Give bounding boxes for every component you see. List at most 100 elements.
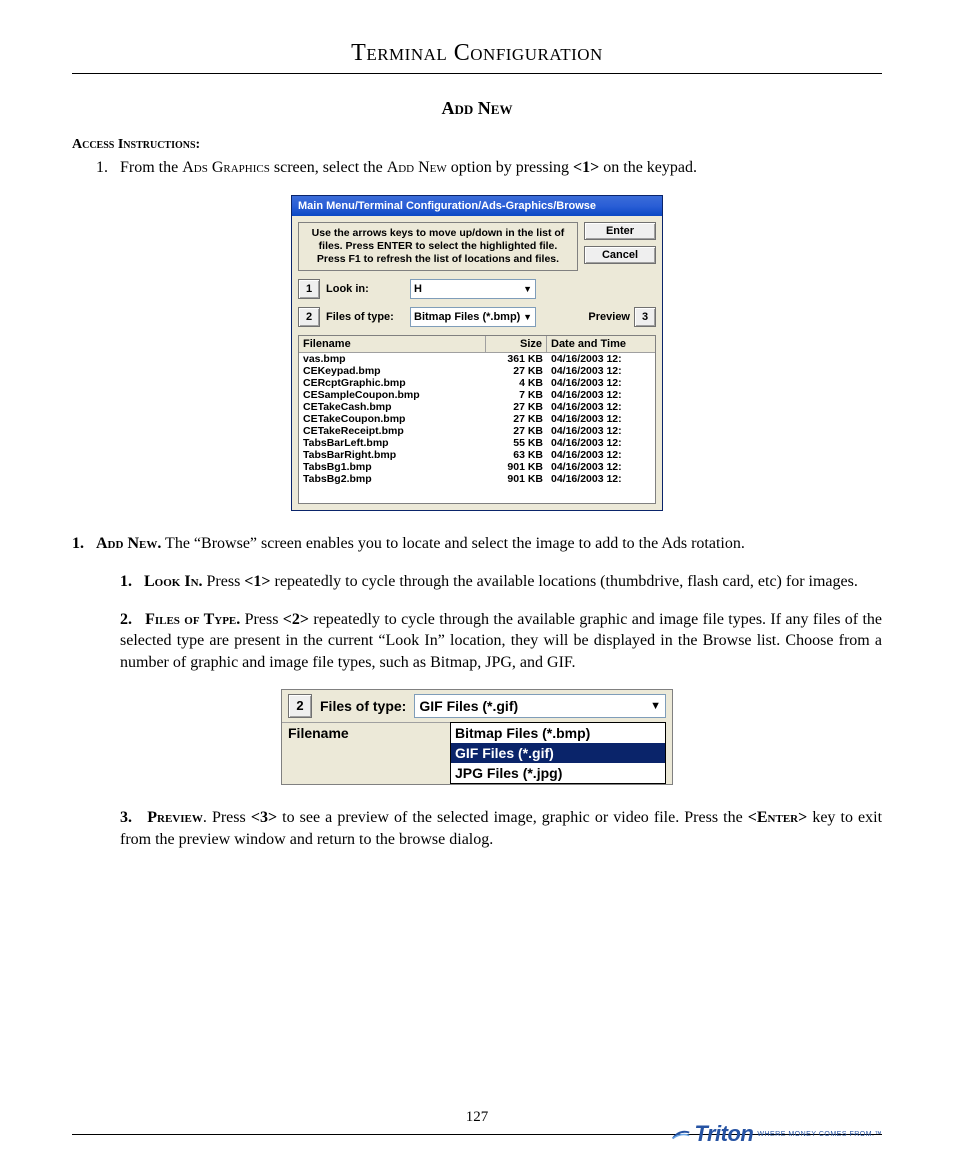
brand-name: Triton (694, 1121, 753, 1147)
dropdown-options: Bitmap Files (*.bmp) GIF Files (*.gif) J… (450, 722, 666, 784)
cell-date: 04/16/2003 12: (547, 353, 655, 365)
chevron-down-icon: ▼ (523, 308, 532, 326)
option-gif[interactable]: GIF Files (*.gif) (451, 743, 665, 763)
brand-tagline: WHERE MONEY COMES FROM.™ (757, 1131, 882, 1138)
cell-date: 04/16/2003 12: (547, 365, 655, 377)
dialog-help-text: Use the arrows keys to move up/down in t… (298, 222, 578, 271)
text: to see a preview of the selected image, … (277, 809, 748, 826)
text: From the (120, 159, 182, 176)
table-row[interactable]: vas.bmp361 KB04/16/2003 12: (299, 353, 655, 365)
key-3: <3> (251, 809, 277, 826)
table-row[interactable]: TabsBarLeft.bmp55 KB04/16/2003 12: (299, 437, 655, 449)
instruction-1: From the Ads Graphics screen, select the… (112, 159, 882, 177)
look-in-label: Look in: (326, 283, 404, 295)
option-bitmap[interactable]: Bitmap Files (*.bmp) (451, 723, 665, 743)
cell-date: 04/16/2003 12: (547, 461, 655, 473)
cell-size: 27 KB (487, 365, 547, 377)
enter-key: <Enter> (748, 809, 807, 826)
num: 1. (72, 535, 84, 552)
table-row[interactable]: CETakeCash.bmp27 KB04/16/2003 12: (299, 401, 655, 413)
button-2[interactable]: 2 (288, 694, 312, 718)
table-row[interactable]: CETakeCoupon.bmp27 KB04/16/2003 12: (299, 413, 655, 425)
cell-date: 04/16/2003 12: (547, 473, 655, 485)
cell-size: 27 KB (487, 401, 547, 413)
cell-size: 63 KB (487, 449, 547, 461)
num: 3. (120, 809, 132, 826)
look-in-head: Look In. (144, 573, 203, 590)
files-of-type-dropdown[interactable]: GIF Files (*.gif) ▼ (414, 694, 666, 718)
chevron-down-icon: ▼ (650, 695, 661, 717)
preview-label: Preview (588, 311, 630, 323)
key-1: <1> (244, 573, 270, 590)
cancel-button[interactable]: Cancel (584, 246, 656, 264)
browse-dialog-screenshot: Main Menu/Terminal Configuration/Ads-Gra… (291, 195, 663, 511)
cell-size: 55 KB (487, 437, 547, 449)
cell-size: 901 KB (487, 461, 547, 473)
text: option by pressing (447, 159, 573, 176)
dialog-titlebar: Main Menu/Terminal Configuration/Ads-Gra… (292, 196, 662, 216)
cell-filename: TabsBg1.bmp (299, 461, 487, 473)
text: screen, select the (270, 159, 387, 176)
cell-filename: CESampleCoupon.bmp (299, 389, 487, 401)
cell-date: 04/16/2003 12: (547, 413, 655, 425)
table-row[interactable]: TabsBg1.bmp901 KB04/16/2003 12: (299, 461, 655, 473)
cell-filename: CERcptGraphic.bmp (299, 377, 487, 389)
key-2: <2> (283, 611, 309, 628)
text: . Press (203, 809, 251, 826)
cell-date: 04/16/2003 12: (547, 377, 655, 389)
table-row[interactable]: TabsBarRight.bmp63 KB04/16/2003 12: (299, 449, 655, 461)
table-row[interactable]: TabsBg2.bmp901 KB04/16/2003 12: (299, 473, 655, 485)
para-files-of-type: 2. Files of Type. Press <2> repeatedly t… (120, 609, 882, 674)
table-row[interactable]: CEKeypad.bmp27 KB04/16/2003 12: (299, 365, 655, 377)
file-list: Filename Size Date and Time vas.bmp361 K… (298, 335, 656, 504)
table-row[interactable]: CERcptGraphic.bmp4 KB04/16/2003 12: (299, 377, 655, 389)
look-in-dropdown[interactable]: H ▼ (410, 279, 536, 299)
cell-date: 04/16/2003 12: (547, 389, 655, 401)
cell-filename: vas.bmp (299, 353, 487, 365)
text: Press (203, 573, 245, 590)
filename-header: Filename (282, 722, 450, 784)
cell-size: 27 KB (487, 425, 547, 437)
access-instructions-label: Access Instructions: (72, 137, 882, 153)
cell-date: 04/16/2003 12: (547, 401, 655, 413)
table-row[interactable]: CETakeReceipt.bmp27 KB04/16/2003 12: (299, 425, 655, 437)
file-list-header: Filename Size Date and Time (299, 336, 655, 353)
text: on the keypad. (599, 159, 697, 176)
files-of-type-label: Files of type: (326, 311, 404, 323)
key-1: <1> (573, 159, 599, 176)
col-date[interactable]: Date and Time (547, 336, 655, 352)
chevron-down-icon: ▼ (523, 280, 532, 298)
text: Press (240, 611, 283, 628)
triton-swoosh-icon (672, 1127, 690, 1141)
add-new-sc: Add New (387, 159, 447, 176)
add-new-head: Add New. (96, 535, 161, 552)
cell-size: 27 KB (487, 413, 547, 425)
files-of-type-head: Files of Type. (145, 611, 240, 628)
page-title: Terminal Configuration (72, 40, 882, 67)
option-jpg[interactable]: JPG Files (*.jpg) (451, 763, 665, 783)
files-of-type-dropdown[interactable]: Bitmap Files (*.bmp) ▼ (410, 307, 536, 327)
cell-filename: CEKeypad.bmp (299, 365, 487, 377)
para-preview: 3. Preview. Press <3> to see a preview o… (120, 807, 882, 850)
para-look-in: 1. Look In. Press <1> repeatedly to cycl… (120, 571, 882, 593)
files-of-type-value: Bitmap Files (*.bmp) (414, 308, 520, 326)
cell-filename: CETakeCash.bmp (299, 401, 487, 413)
top-instruction-list: From the Ads Graphics screen, select the… (112, 159, 882, 177)
button-1[interactable]: 1 (298, 279, 320, 299)
dropdown-value: GIF Files (*.gif) (419, 695, 518, 717)
brand-logo: Triton WHERE MONEY COMES FROM.™ (672, 1121, 882, 1147)
cell-size: 901 KB (487, 473, 547, 485)
button-2[interactable]: 2 (298, 307, 320, 327)
preview-head: Preview (147, 809, 203, 826)
cell-filename: TabsBarLeft.bmp (299, 437, 487, 449)
cell-size: 361 KB (487, 353, 547, 365)
filetype-dropdown-screenshot: 2 Files of type: GIF Files (*.gif) ▼ Fil… (281, 689, 673, 785)
text: repeatedly to cycle through the availabl… (271, 573, 858, 590)
enter-button[interactable]: Enter (584, 222, 656, 240)
col-size[interactable]: Size (486, 336, 547, 352)
num: 2. (120, 611, 132, 628)
button-3[interactable]: 3 (634, 307, 656, 327)
col-filename[interactable]: Filename (299, 336, 486, 352)
table-row[interactable]: CESampleCoupon.bmp7 KB04/16/2003 12: (299, 389, 655, 401)
cell-filename: CETakeReceipt.bmp (299, 425, 487, 437)
